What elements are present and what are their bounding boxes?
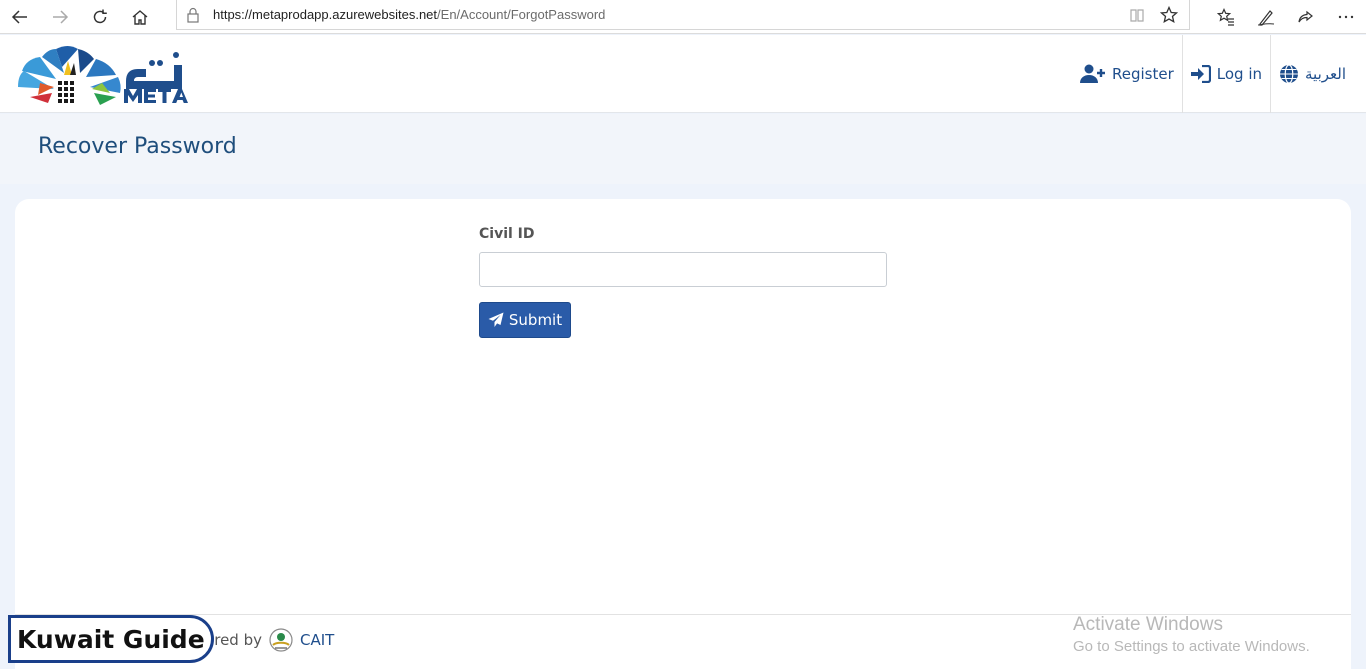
paper-plane-icon: [488, 312, 504, 327]
back-button[interactable]: [6, 3, 34, 31]
arrow-right-icon: [53, 10, 69, 24]
powered-brand[interactable]: CAIT: [300, 631, 334, 649]
favorites-list-button[interactable]: [1212, 3, 1240, 31]
header-nav: Register Log in العربية: [1072, 35, 1366, 113]
cait-logo-icon: [269, 628, 293, 652]
share-icon: [1298, 10, 1313, 23]
sign-in-icon: [1190, 65, 1211, 83]
globe-icon: [1280, 64, 1298, 84]
ellipsis-icon: [1338, 15, 1354, 19]
powered-by: ered by CAIT: [205, 627, 334, 653]
login-label: Log in: [1216, 65, 1262, 83]
kuwait-guide-text: Kuwait Guide: [17, 624, 205, 654]
share-button[interactable]: [1292, 3, 1320, 31]
activate-windows-subtitle: Go to Settings to activate Windows.: [1073, 638, 1310, 655]
recover-password-form: Civil ID Submit: [479, 226, 889, 338]
home-icon: [132, 10, 148, 25]
register-label: Register: [1112, 65, 1174, 83]
submit-label: Submit: [508, 311, 563, 329]
page-title-bar: Recover Password: [0, 114, 1366, 184]
register-link[interactable]: Register: [1072, 35, 1182, 113]
url-host: https://metaprodapp.azurewebsites.net: [213, 7, 438, 22]
lock-icon: [187, 7, 199, 23]
page-title: Recover Password: [38, 134, 237, 159]
submit-button[interactable]: Submit: [479, 302, 571, 338]
kuwait-guide-badge: Kuwait Guide: [8, 615, 214, 663]
reading-view-button[interactable]: [1127, 5, 1147, 25]
activate-windows-title: Activate Windows: [1073, 614, 1223, 635]
pen-icon: [1257, 10, 1275, 26]
login-link[interactable]: Log in: [1181, 35, 1270, 113]
star-icon: [1160, 6, 1178, 24]
refresh-icon: [93, 9, 107, 24]
language-label: العربية: [1305, 65, 1346, 83]
address-bar[interactable]: https://metaprodapp.azurewebsites.net/En…: [176, 0, 1190, 30]
user-plus-icon: [1080, 64, 1105, 83]
content-card: Civil ID Submit ered by CAIT: [15, 199, 1351, 669]
notes-button[interactable]: [1252, 3, 1280, 31]
home-button[interactable]: [126, 3, 154, 31]
meta-logo[interactable]: [16, 45, 192, 107]
favorites-icon: [1217, 8, 1234, 26]
refresh-button[interactable]: [86, 3, 114, 31]
forward-button[interactable]: [46, 3, 74, 31]
favorite-button[interactable]: [1159, 5, 1179, 25]
language-link[interactable]: العربية: [1270, 35, 1366, 113]
book-icon: [1130, 9, 1144, 22]
site-header: Register Log in العربية: [0, 35, 1366, 113]
civil-id-input[interactable]: [479, 252, 887, 287]
arrow-left-icon: [11, 10, 27, 24]
more-button[interactable]: [1332, 3, 1360, 31]
url-text[interactable]: https://metaprodapp.azurewebsites.net/En…: [213, 7, 605, 22]
url-path: /En/Account/ForgotPassword: [437, 7, 606, 22]
civil-id-label: Civil ID: [479, 226, 535, 242]
browser-toolbar: https://metaprodapp.azurewebsites.net/En…: [0, 0, 1366, 34]
